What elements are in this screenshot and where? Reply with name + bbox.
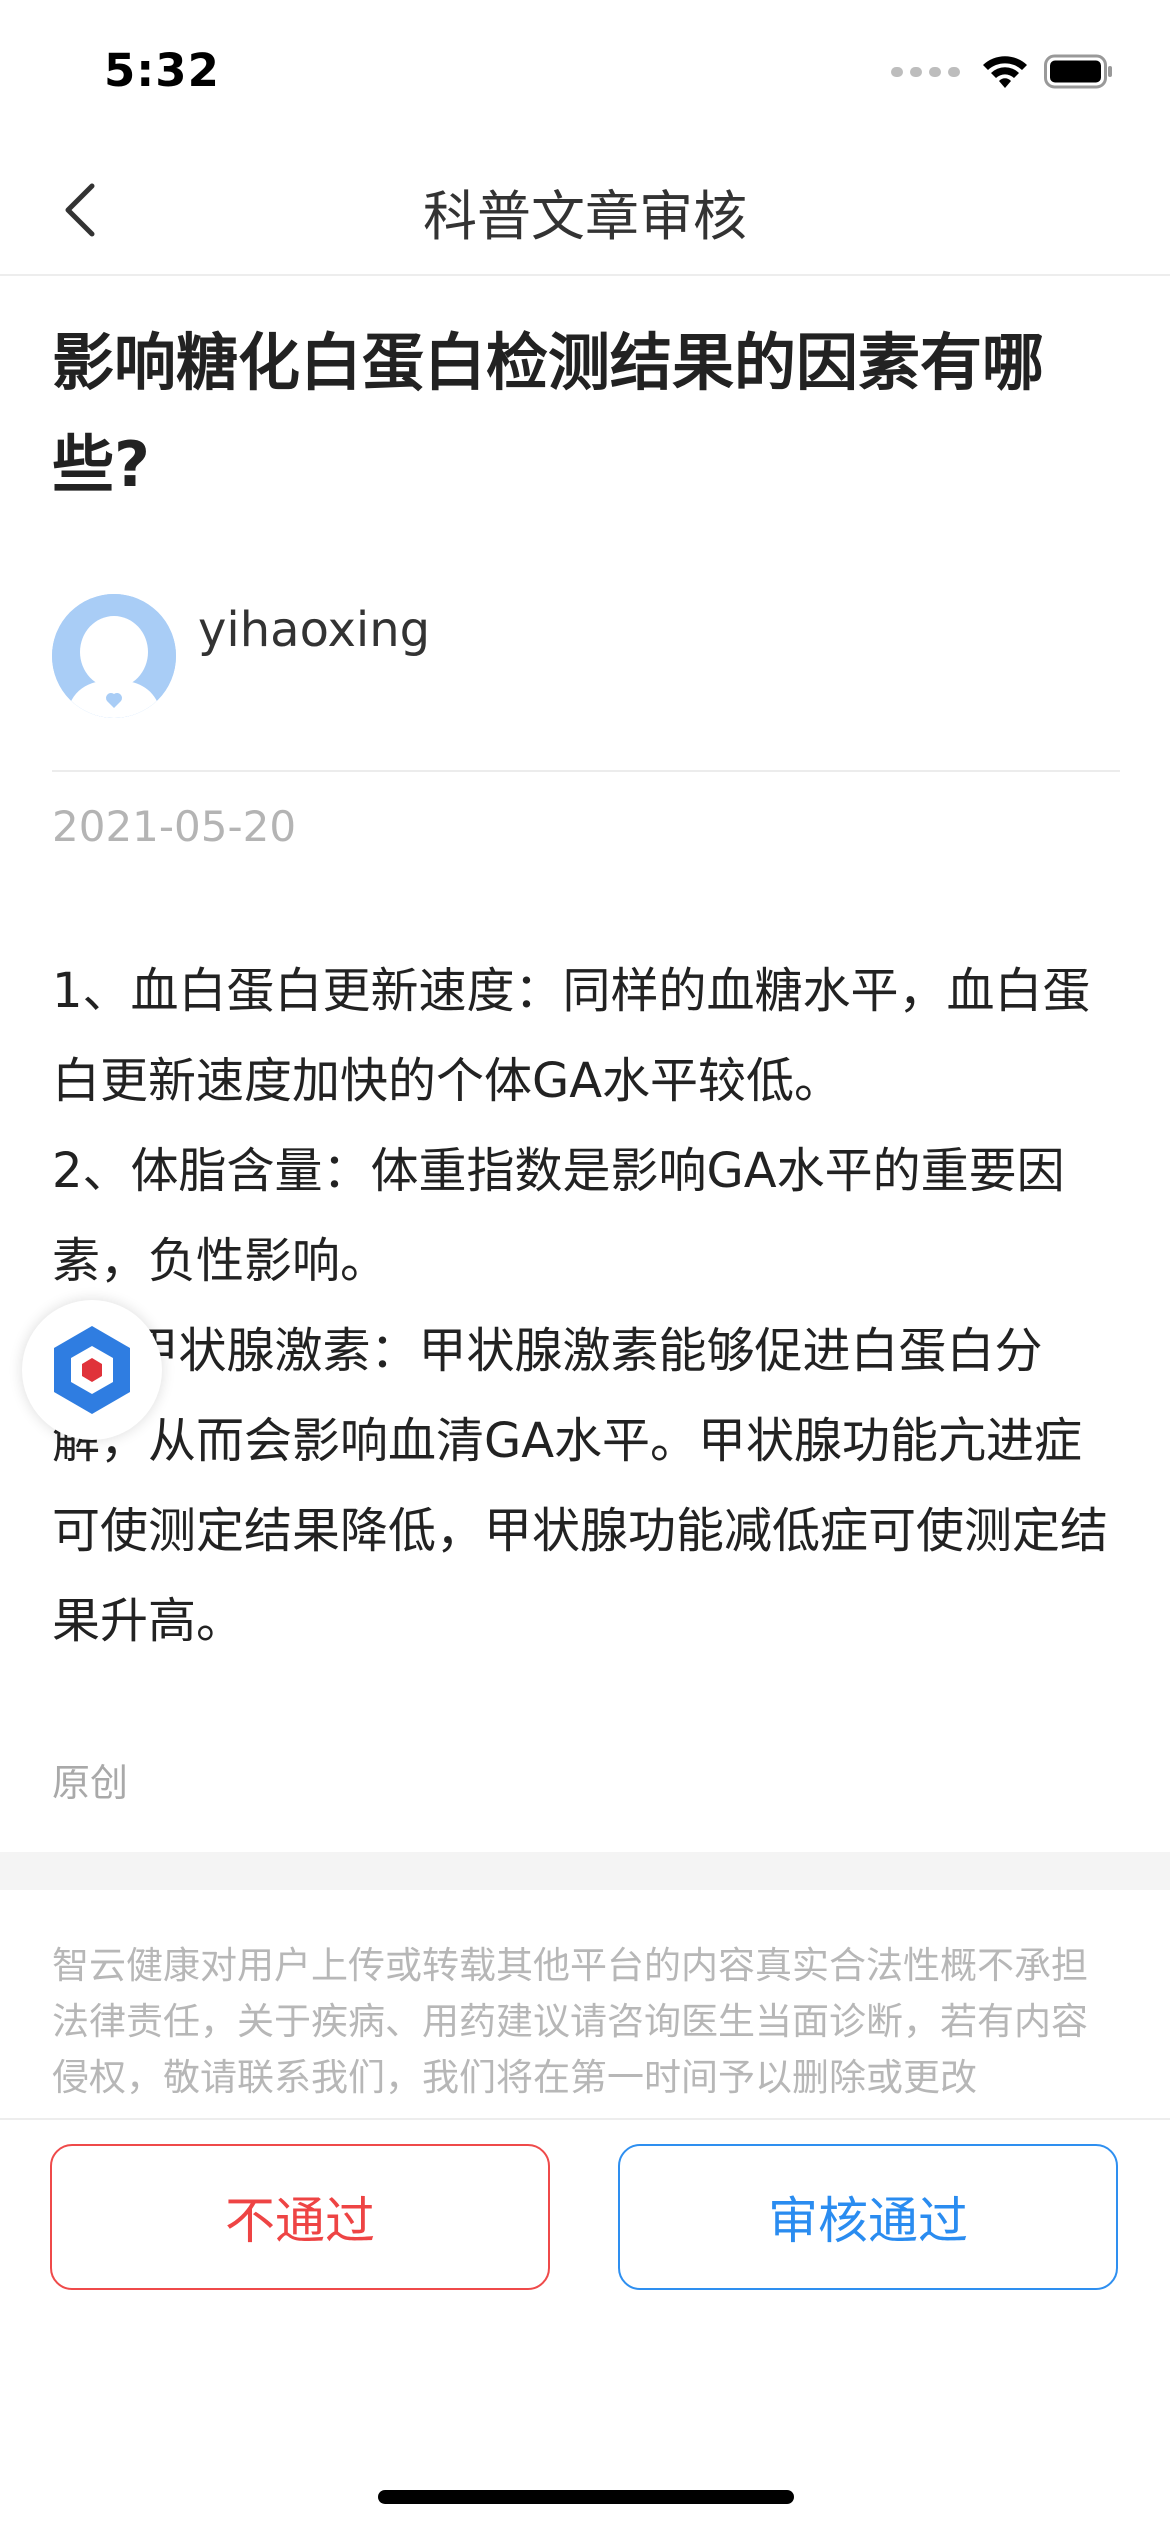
divider [52, 770, 1120, 772]
status-icons [891, 52, 1114, 92]
signal-icon [891, 67, 960, 77]
author-name: yihaoxing [198, 602, 431, 658]
divider [0, 2118, 1170, 2120]
article-title: 影响糖化白蛋白检测结果的因素有哪些? [52, 326, 1045, 501]
article-paragraph: 2、体脂含量：体重指数是影响GA水平的重要因素，负性影响。 [52, 1143, 1065, 1289]
source-tag: 原创 [52, 1761, 129, 1805]
section-separator [0, 1852, 1170, 1890]
reject-button[interactable]: 不通过 [50, 2144, 550, 2290]
status-time: 5:32 [104, 44, 220, 97]
author-row: yihaoxing [52, 594, 1122, 718]
article-paragraph: 3、甲状腺激素：甲状腺激素能够促进白蛋白分解，从而会影响血清GA水平。甲状腺功能… [52, 1323, 1109, 1649]
avatar [52, 594, 176, 718]
default-user-avatar-icon [52, 594, 176, 718]
floating-assistant-button[interactable] [22, 1300, 162, 1440]
nav-bar: 科普文章审核 [0, 140, 1170, 276]
article-date: 2021-05-20 [52, 802, 297, 851]
page-title: 科普文章审核 [423, 185, 747, 248]
status-bar: 5:32 [0, 0, 1170, 140]
wifi-icon [983, 56, 1027, 88]
article-body: 1、血白蛋白更新速度：同样的血糖水平，血白蛋白更新速度加快的个体GA水平较低。 … [52, 946, 1122, 1666]
home-indicator [378, 2490, 794, 2504]
approve-button[interactable]: 审核通过 [618, 2144, 1118, 2290]
hexagon-assistant-icon [54, 1326, 130, 1414]
article-paragraph: 1、血白蛋白更新速度：同样的血糖水平，血白蛋白更新速度加快的个体GA水平较低。 [52, 963, 1091, 1109]
disclaimer-text: 智云健康对用户上传或转载其他平台的内容真实合法性概不承担法律责任，关于疾病、用药… [52, 1944, 1088, 2099]
battery-icon [1044, 54, 1112, 89]
